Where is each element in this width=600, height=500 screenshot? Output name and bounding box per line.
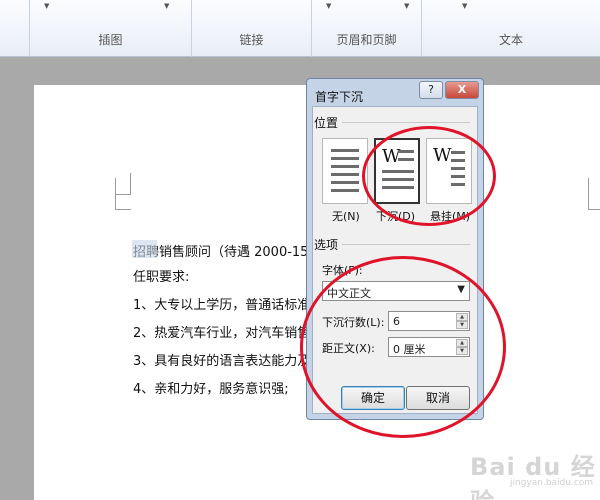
margin-corner-marker [115, 178, 116, 210]
drop-cap-none-label: 无(N) [332, 210, 360, 223]
margin-corner-marker [588, 209, 600, 210]
ribbon-group-illustrations[interactable]: ▼ ▼ 插图 [30, 0, 192, 57]
watermark-url: jingyan.baidu.com [510, 478, 594, 488]
ribbon-group-links[interactable]: 链接 [192, 0, 312, 57]
ribbon-group-label: 插图 [98, 33, 123, 47]
annotation-ellipse [300, 256, 506, 438]
drop-cap-none-option[interactable] [322, 138, 368, 204]
help-button[interactable]: ? [419, 81, 443, 99]
selected-text-highlight [132, 240, 157, 258]
ribbon-group-label: 链接 [239, 33, 264, 47]
ribbon: ▼ ▼ 插图 链接 ▼ ▼ 页眉和页脚 ▼ 文本 [0, 0, 600, 57]
ribbon-group-header-footer[interactable]: ▼ ▼ 页眉和页脚 [312, 0, 422, 57]
text-lines-icon [331, 157, 359, 160]
ribbon-group-label: 页眉和页脚 [336, 33, 397, 47]
document-text-line[interactable]: 任职要求: [133, 266, 189, 285]
dropdown-arrow-icon[interactable]: ▼ [164, 2, 169, 10]
dropdown-arrow-icon[interactable]: ▼ [404, 2, 409, 10]
dropdown-arrow-icon[interactable]: ▼ [326, 2, 331, 10]
text-lines-icon [331, 173, 359, 176]
text-lines-icon [331, 189, 359, 192]
dialog-title: 首字下沉 [315, 90, 364, 104]
position-section-label: 位置 [314, 116, 339, 130]
watermark-logo: Bai du 经验 [470, 453, 596, 500]
ribbon-group-text[interactable]: ▼ 文本 [422, 0, 600, 57]
margin-corner-marker [115, 209, 131, 210]
document-text-line[interactable]: 4、亲和力好，服务意识强; [133, 378, 289, 397]
ribbon-group-label: 文本 [498, 33, 523, 47]
text-lines-icon [331, 149, 359, 152]
text-lines-icon [331, 165, 359, 168]
section-divider [342, 244, 470, 245]
options-section-label: 选项 [314, 238, 339, 252]
margin-corner-marker [588, 178, 589, 210]
close-button[interactable]: X [445, 81, 479, 99]
ribbon-group-left-edge [0, 0, 30, 57]
annotation-ellipse [362, 126, 496, 226]
dropdown-arrow-icon[interactable]: ▼ [44, 2, 49, 10]
text-lines-icon [331, 181, 359, 184]
margin-corner-marker [115, 173, 131, 195]
dropdown-arrow-icon[interactable]: ▼ [462, 2, 467, 10]
section-divider [342, 122, 470, 123]
